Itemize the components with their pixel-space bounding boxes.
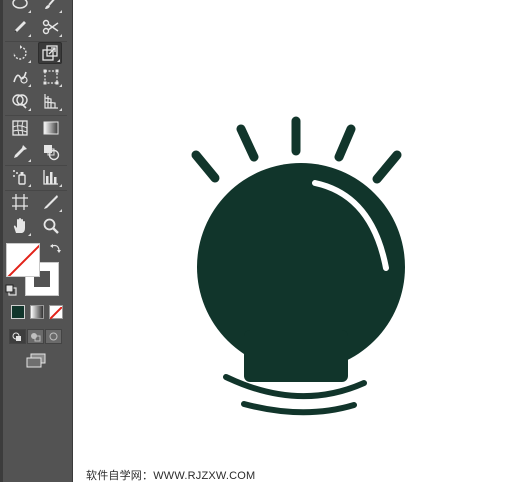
perspective-grid-icon	[44, 94, 58, 109]
bulb-ray-right	[372, 150, 402, 184]
fill-color-swatch[interactable]	[6, 243, 40, 277]
draw-behind-icon	[31, 333, 41, 342]
bulb-ray-right-middle	[334, 124, 356, 162]
draw-inside-icon	[49, 332, 58, 341]
bulb-ray-left-middle	[236, 124, 259, 162]
draw-behind-button[interactable]	[27, 329, 44, 344]
rotate-tool[interactable]	[8, 42, 32, 64]
brush-icon	[45, 0, 55, 9]
tool-group-indicator	[28, 84, 31, 87]
tool-group-indicator	[59, 10, 62, 13]
scissors-icon	[42, 19, 59, 35]
ellipse-icon	[12, 0, 28, 9]
gradient-mode-button[interactable]	[30, 305, 44, 319]
draw-normal-button[interactable]	[9, 329, 26, 344]
tool-group-indicator	[59, 209, 62, 212]
tool-group-indicator	[59, 84, 62, 87]
mesh-icon	[12, 120, 28, 136]
hand-icon	[13, 218, 25, 233]
gradient-tool[interactable]	[39, 117, 63, 139]
column-graph-icon	[43, 170, 58, 185]
slice-tool[interactable]	[39, 191, 63, 213]
bulb-base-line-bottom	[241, 401, 357, 416]
rotate-icon	[13, 45, 27, 60]
tool-group-indicator	[28, 233, 31, 236]
tool-group-indicator	[28, 34, 31, 37]
symbol-sprayer-icon	[13, 170, 26, 185]
pencil-icon	[14, 21, 26, 33]
artboard-tool[interactable]	[8, 191, 32, 213]
bulb-ray-left	[191, 150, 220, 183]
none-slash-icon	[49, 306, 63, 320]
warp-icon	[13, 71, 28, 84]
tool-group-indicator	[57, 59, 60, 62]
tools-panel-edge	[0, 0, 3, 482]
tool-group-indicator	[28, 184, 31, 187]
slice-icon	[44, 195, 58, 209]
tool-group-indicator	[59, 108, 62, 111]
hand-tool[interactable]	[8, 215, 32, 237]
brush-tool[interactable]	[39, 0, 63, 14]
warp-tool[interactable]	[8, 66, 32, 88]
shape-builder-icon	[12, 94, 28, 109]
tool-group-indicator	[59, 184, 62, 187]
light-bulb-icon	[191, 116, 405, 416]
eyedropper-tool[interactable]	[8, 141, 32, 163]
change-screen-mode-button[interactable]	[24, 352, 48, 370]
column-graph-tool[interactable]	[39, 166, 63, 188]
none-color-slash-icon	[7, 244, 39, 276]
tools-panel	[0, 0, 73, 482]
artboard-canvas[interactable]	[74, 0, 531, 482]
swap-fill-stroke-icon[interactable]	[49, 242, 63, 256]
none-mode-button[interactable]	[49, 305, 63, 320]
ellipse-tool[interactable]	[8, 0, 32, 14]
scissors-tool[interactable]	[39, 16, 63, 38]
color-mode-button[interactable]	[11, 305, 25, 319]
default-fill-stroke-icon[interactable]	[5, 283, 17, 296]
artboard-icon	[12, 194, 28, 210]
shape-builder-tool[interactable]	[8, 90, 32, 112]
perspective-grid-tool[interactable]	[39, 90, 63, 112]
tool-group-indicator	[28, 10, 31, 13]
blend-tool[interactable]	[39, 141, 63, 163]
draw-normal-icon	[12, 332, 21, 341]
bulb-neck	[244, 330, 348, 382]
blend-icon	[44, 145, 60, 161]
watermark-text: 软件自学网：WWW.RJZXW.COM	[86, 470, 256, 482]
free-transform-icon	[43, 69, 59, 85]
tool-group-indicator	[28, 108, 31, 111]
screen-mode-icon	[26, 353, 46, 368]
pencil-tool[interactable]	[8, 16, 32, 38]
tool-group-indicator	[28, 60, 31, 63]
zoom-tool[interactable]	[39, 215, 63, 237]
tool-group-indicator	[59, 34, 62, 37]
symbol-sprayer-tool[interactable]	[8, 166, 32, 188]
zoom-icon	[43, 218, 59, 234]
tool-group-indicator	[28, 159, 31, 162]
scale-tool[interactable]	[38, 42, 62, 64]
tool-separator	[5, 115, 67, 116]
eyedropper-icon	[14, 145, 27, 158]
free-transform-tool[interactable]	[39, 66, 63, 88]
mesh-tool[interactable]	[8, 117, 32, 139]
draw-inside-button[interactable]	[45, 329, 62, 344]
gradient-icon	[43, 121, 59, 135]
